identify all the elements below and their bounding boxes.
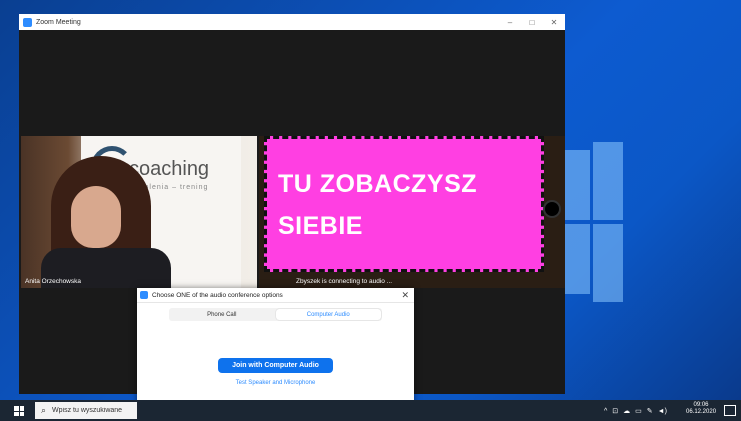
zoom-icon: [23, 17, 32, 27]
clock-date: 06.12.2020: [686, 409, 717, 415]
self-view-overlay: TU ZOBACZYSZ SIEBIE: [264, 136, 544, 272]
camera-icon: [543, 200, 561, 218]
dialog-title: Choose ONE of the audio conference optio…: [152, 291, 283, 299]
minimize-button[interactable]: –: [499, 18, 521, 27]
audio-connecting-status: Zbyszek is connecting to audio ...: [296, 278, 393, 285]
notification-center-icon[interactable]: [724, 405, 736, 416]
battery-icon[interactable]: ▭: [635, 407, 642, 415]
zoom-icon: [140, 291, 148, 299]
overlay-line-1: TU ZOBACZYSZ: [278, 170, 478, 198]
close-dialog-button[interactable]: ✕: [401, 290, 409, 301]
volume-icon[interactable]: ◄): [658, 408, 667, 415]
windows-logo-wallpaper: [562, 142, 623, 302]
window-titlebar: Zoom Meeting – □ ✕: [19, 14, 565, 30]
chevron-up-icon[interactable]: ^: [604, 408, 607, 415]
window-title: Zoom Meeting: [36, 18, 81, 26]
join-computer-audio-button[interactable]: Join with Computer Audio: [218, 358, 333, 373]
maximize-button[interactable]: □: [521, 18, 543, 27]
participant-video-right[interactable]: TU ZOBACZYSZ SIEBIE Zbyszek is connectin…: [259, 136, 565, 288]
cloud-icon[interactable]: ☁: [623, 407, 630, 415]
search-icon: ⌕: [41, 405, 47, 415]
video-gallery: coaching szkolenia – trening Anita Orzec…: [21, 136, 565, 288]
network-icon[interactable]: ⊡: [612, 407, 618, 415]
overlay-line-2: SIEBIE: [278, 212, 363, 240]
participant-name: Anita Orzechowska: [25, 278, 81, 285]
close-window-button[interactable]: ✕: [543, 18, 565, 27]
clock-time: 09:06: [693, 402, 709, 408]
taskbar-clock[interactable]: 09:06 06.12.2020: [686, 402, 716, 416]
search-placeholder: Wpisz tu wyszukiwane: [52, 407, 123, 414]
test-speaker-microphone-link[interactable]: Test Speaker and Microphone: [137, 380, 414, 386]
participant-video-left[interactable]: coaching szkolenia – trening Anita Orzec…: [21, 136, 257, 288]
taskbar-search-box[interactable]: ⌕ Wpisz tu wyszukiwane: [35, 402, 137, 419]
participant-person: [41, 156, 171, 288]
system-tray: ^ ⊡ ☁ ▭ ✎ ◄): [604, 403, 667, 419]
audio-tabs: Phone Call Computer Audio: [169, 308, 382, 321]
tab-computer-audio[interactable]: Computer Audio: [275, 309, 381, 320]
pen-icon[interactable]: ✎: [647, 407, 653, 415]
taskbar: ⌕ Wpisz tu wyszukiwane ^ ⊡ ☁ ▭ ✎ ◄) 09:0…: [0, 400, 741, 421]
dialog-titlebar: Choose ONE of the audio conference optio…: [137, 288, 414, 303]
tab-phone-call[interactable]: Phone Call: [169, 308, 275, 321]
start-button[interactable]: [14, 406, 24, 416]
